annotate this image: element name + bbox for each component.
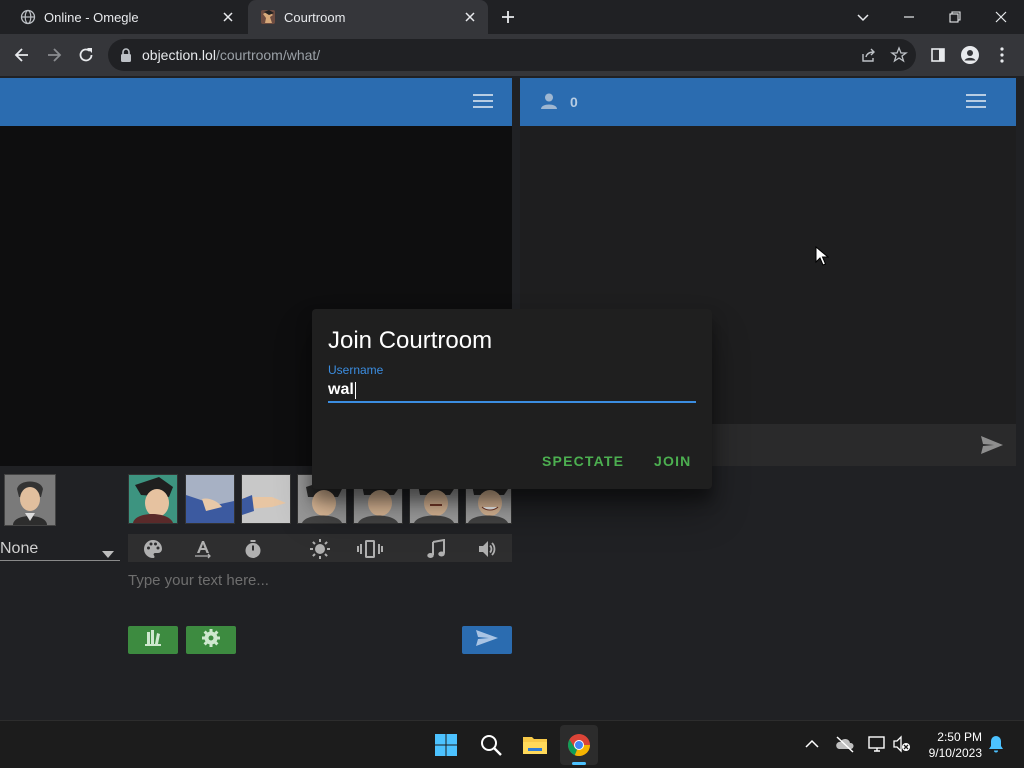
music-note-icon[interactable]	[422, 536, 450, 562]
reload-icon[interactable]	[70, 34, 102, 76]
tab-title: Courtroom	[284, 9, 346, 25]
profile-icon[interactable]	[954, 34, 986, 76]
clock-time: 2:50 PM	[937, 730, 982, 744]
browser-tab-strip: Online - Omegle Courtroom	[0, 0, 1024, 34]
network-icon[interactable]	[867, 735, 887, 758]
chrome-taskbar-item[interactable]	[560, 725, 598, 765]
chrome-icon	[567, 733, 591, 762]
text-size-icon[interactable]	[189, 536, 217, 562]
chat-menu-icon[interactable]	[965, 93, 987, 114]
url-host: objection.lol	[142, 47, 216, 63]
pose-sprite[interactable]	[128, 474, 178, 524]
url-path: /courtroom/what/	[215, 47, 321, 63]
active-app-indicator	[572, 762, 586, 765]
join-courtroom-dialog: Join Courtroom Username wal SPECTATE JOI…	[312, 309, 712, 489]
close-tab-icon[interactable]	[220, 9, 236, 25]
bookmark-star-icon[interactable]	[890, 46, 908, 67]
windows-taskbar: 2:50 PM 9/10/2023	[0, 720, 1024, 768]
username-value: wal	[328, 381, 354, 398]
user-icon	[540, 92, 558, 115]
restore-icon[interactable]	[946, 8, 964, 26]
text-cursor	[354, 381, 356, 399]
windows-start-icon[interactable]	[430, 729, 462, 761]
system-clock[interactable]: 2:50 PM 9/10/2023	[920, 729, 982, 761]
join-button[interactable]: JOIN	[654, 453, 691, 469]
close-tab-icon[interactable]	[462, 9, 478, 25]
dropdown-caret-icon	[102, 545, 114, 563]
tab-title: Online - Omegle	[44, 9, 139, 25]
close-window-icon[interactable]	[992, 8, 1010, 26]
palette-icon[interactable]	[139, 536, 167, 562]
notification-bell-icon[interactable]	[988, 735, 1004, 758]
chat-send-icon[interactable]	[980, 435, 1004, 460]
minimize-icon[interactable]	[900, 8, 918, 26]
browser-toolbar: objection.lol /courtroom/what/	[0, 34, 1024, 76]
dialog-title: Join Courtroom	[328, 327, 493, 354]
courtroom-favicon-icon	[260, 9, 276, 25]
tab-courtroom[interactable]: Courtroom	[248, 0, 488, 34]
back-icon[interactable]	[6, 34, 38, 76]
send-icon	[475, 629, 499, 652]
onedrive-offline-icon[interactable]	[835, 735, 855, 758]
pose-sprite[interactable]	[185, 474, 235, 524]
globe-icon	[20, 9, 36, 25]
gear-icon	[201, 628, 221, 653]
hamburger-menu-icon[interactable]	[472, 93, 494, 114]
new-tab-icon[interactable]	[499, 8, 517, 26]
mouse-pointer-icon	[815, 245, 830, 271]
file-explorer-icon[interactable]	[519, 729, 551, 761]
clock-date: 9/10/2023	[928, 746, 982, 760]
courtroom-header	[0, 78, 512, 126]
lock-icon[interactable]	[120, 48, 132, 62]
brightness-icon[interactable]	[306, 536, 334, 562]
spectate-button[interactable]: SPECTATE	[542, 453, 624, 469]
dialogue-text-placeholder: Type your text here...	[128, 572, 269, 589]
character-select-value: None	[0, 539, 39, 557]
volume-icon[interactable]	[473, 536, 501, 562]
side-panel-icon[interactable]	[922, 34, 954, 76]
show-hidden-icons-chevron-icon[interactable]	[804, 737, 820, 756]
dialogue-text-input[interactable]: Type your text here...	[128, 566, 512, 616]
chat-header: 0	[520, 78, 1016, 126]
vibrate-icon[interactable]	[356, 536, 384, 562]
evidence-icon	[143, 629, 163, 652]
tab-omegle[interactable]: Online - Omegle	[8, 0, 246, 34]
send-dialogue-button[interactable]	[462, 626, 512, 654]
volume-muted-icon[interactable]	[893, 735, 911, 758]
forward-icon[interactable]	[38, 34, 70, 76]
address-bar[interactable]: objection.lol /courtroom/what/	[108, 39, 916, 71]
user-count: 0	[570, 94, 578, 110]
kebab-menu-icon[interactable]	[986, 34, 1018, 76]
evidence-button[interactable]	[128, 626, 178, 654]
username-label: Username	[328, 363, 384, 377]
character-select[interactable]: None	[0, 537, 120, 561]
pose-sprite[interactable]	[241, 474, 291, 524]
timer-icon[interactable]	[239, 536, 267, 562]
tab-search-chevron-icon[interactable]	[854, 8, 872, 26]
character-avatar[interactable]	[4, 474, 56, 526]
settings-button[interactable]	[186, 626, 236, 654]
share-icon[interactable]	[860, 46, 878, 67]
username-field[interactable]: wal	[328, 379, 696, 403]
search-icon[interactable]	[475, 729, 507, 761]
